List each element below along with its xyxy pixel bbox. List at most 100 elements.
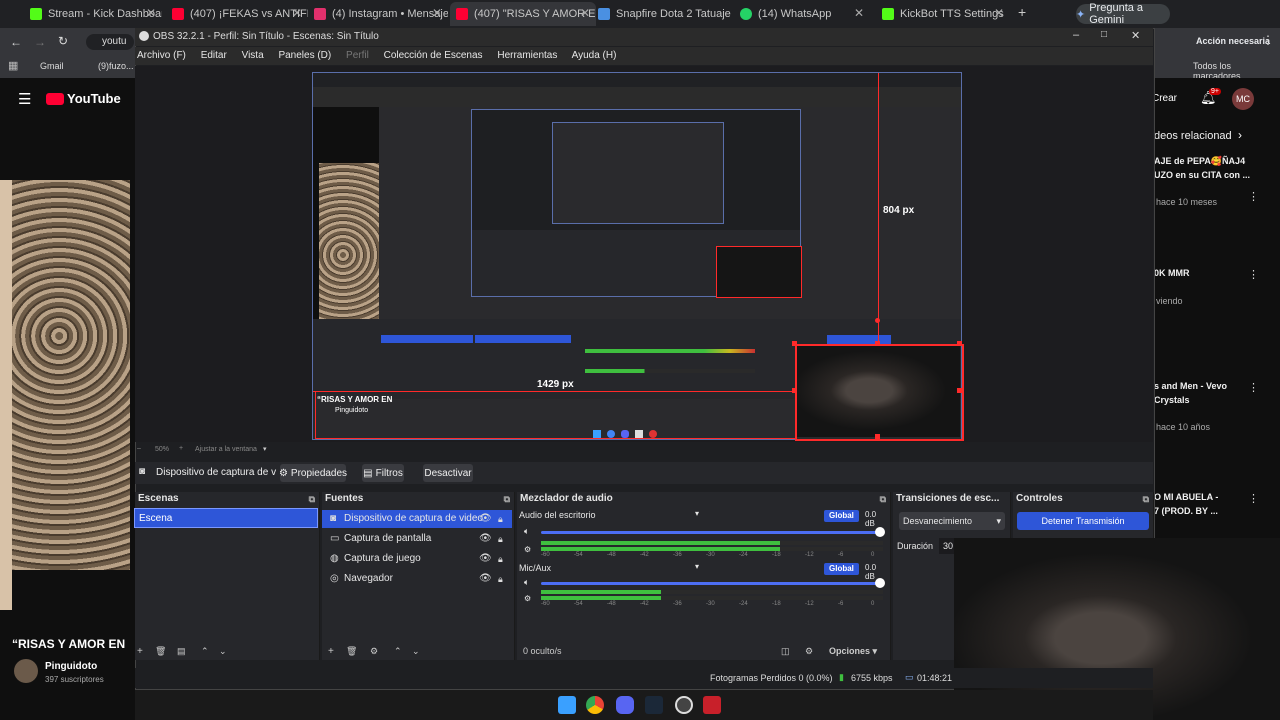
zoom-level[interactable]: 50%	[155, 446, 169, 453]
reload-icon[interactable]: ↻	[58, 34, 68, 48]
filters-button[interactable]: ▤ Filtros	[362, 464, 404, 482]
minimize-icon[interactable]: –	[1073, 29, 1079, 41]
source-item-browser[interactable]: ◎ Navegador 👁︎ 🔒︎	[322, 570, 512, 588]
volume-slider[interactable]	[541, 582, 881, 585]
apps-grid-icon[interactable]: ▦	[8, 59, 18, 72]
close-tab-icon[interactable]: ✕	[292, 6, 302, 20]
more-options-icon[interactable]: ⋮	[1248, 190, 1259, 203]
channel-settings-icon[interactable]: ⚙	[524, 545, 531, 554]
popout-icon[interactable]: ⧉	[504, 492, 510, 506]
browser-tab-kick-dashboard[interactable]: Stream - Kick Dashboard ✕	[30, 2, 162, 26]
volume-slider-knob[interactable]	[875, 527, 885, 537]
menu-edit[interactable]: Editar	[201, 50, 227, 61]
rotation-handle[interactable]	[875, 318, 880, 323]
channel-avatar[interactable]	[14, 659, 38, 683]
address-bar[interactable]: youtu	[86, 34, 134, 50]
obs-taskbar-icon[interactable]	[675, 696, 693, 714]
app-icon[interactable]	[703, 696, 721, 714]
more-options-icon[interactable]: ⋮	[1248, 381, 1259, 394]
resize-handle[interactable]	[957, 388, 962, 393]
action-required-button[interactable]: Acción necesaria	[1196, 36, 1270, 46]
lock-icon[interactable]: 🔒︎	[498, 510, 503, 528]
browser-menu-icon[interactable]: ⋮	[1262, 33, 1274, 47]
close-icon[interactable]: ✕	[1131, 29, 1140, 42]
transition-select[interactable]: Desvanecimiento ▾	[899, 512, 1005, 530]
remove-scene-icon[interactable]: 🗑︎	[155, 646, 166, 657]
visibility-eye-icon[interactable]: 👁︎	[479, 510, 492, 528]
menu-view[interactable]: Vista	[242, 50, 264, 61]
channel-settings-icon[interactable]: ⚙	[524, 594, 531, 603]
lock-icon[interactable]: 🔒︎	[498, 530, 503, 548]
resize-handle[interactable]	[875, 434, 880, 439]
channel-name[interactable]: Pinguidoto	[45, 661, 97, 672]
visibility-eye-icon[interactable]: 👁︎	[479, 550, 492, 568]
resize-handle[interactable]	[792, 341, 797, 346]
menu-scene-collection[interactable]: Colección de Escenas	[384, 50, 483, 61]
lock-icon[interactable]: 🔒︎	[498, 570, 503, 588]
menu-tools[interactable]: Herramientas	[497, 50, 557, 61]
related-video-title[interactable]: AJE de PEPA🥰ÑAJ4	[1154, 156, 1245, 167]
menu-file[interactable]: Archivo (F)	[137, 50, 186, 61]
windows-start-icon[interactable]	[558, 696, 576, 714]
chevron-right-icon[interactable]: ›	[1238, 128, 1242, 142]
browser-tab-snapfire[interactable]: Snapfire Dota 2 Tatuaje Ac	[598, 2, 732, 26]
menu-profile[interactable]: Perfil	[346, 50, 369, 61]
fit-to-window[interactable]: Ajustar a la ventana	[195, 446, 257, 453]
popout-icon[interactable]: ⧉	[880, 492, 886, 506]
related-video-title[interactable]: UZO en su CITA con ...	[1154, 170, 1250, 180]
mixer-layout-icon[interactable]: ◫	[781, 646, 790, 657]
bookmark-gmail[interactable]: Gmail	[40, 61, 64, 71]
bookmark-fuzo[interactable]: (9)fuzo...	[98, 61, 134, 71]
mixer-settings-icon[interactable]: ⚙	[805, 646, 813, 657]
move-down-icon[interactable]: ⌄	[412, 646, 420, 657]
chevron-down-icon[interactable]: ▾	[695, 562, 699, 571]
browser-tab-whatsapp[interactable]: (14) WhatsApp ✕	[740, 2, 870, 26]
add-source-icon[interactable]: +	[328, 646, 334, 657]
menu-docks[interactable]: Paneles (D)	[278, 50, 331, 61]
volume-slider-knob[interactable]	[875, 578, 885, 588]
browser-tab-kickbot[interactable]: KickBot TTS Settings ✕	[882, 2, 1010, 26]
source-item-screen-capture[interactable]: ▭ Captura de pantalla 👁︎ 🔒︎	[322, 530, 512, 548]
close-tab-icon[interactable]: ✕	[432, 6, 442, 20]
move-up-icon[interactable]: ⌃	[394, 646, 402, 657]
move-down-icon[interactable]: ⌄	[219, 646, 227, 657]
resize-handle[interactable]	[957, 341, 962, 346]
volume-slider[interactable]	[541, 531, 881, 534]
user-avatar[interactable]: MC	[1232, 88, 1254, 110]
add-scene-icon[interactable]: +	[137, 646, 143, 657]
move-up-icon[interactable]: ⌃	[201, 646, 209, 657]
speaker-icon[interactable]: 🔈︎	[524, 577, 529, 588]
browser-tab-fekas[interactable]: (407) ¡FEKAS vs ANTIFE ✕	[172, 2, 308, 26]
back-icon[interactable]: ←	[10, 35, 22, 49]
popout-icon[interactable]: ⧉	[309, 492, 315, 506]
source-properties-icon[interactable]: ⚙	[370, 646, 378, 657]
remove-source-icon[interactable]: 🗑︎	[346, 646, 357, 657]
close-tab-icon[interactable]: ✕	[146, 6, 156, 20]
maximize-icon[interactable]: □	[1101, 29, 1107, 40]
scene-item-escena[interactable]: Escena	[134, 508, 318, 528]
related-videos-chip[interactable]: deos relacionad	[1154, 130, 1232, 142]
zoom-out-icon[interactable]: –	[137, 445, 141, 452]
steam-icon[interactable]	[645, 696, 663, 714]
close-tab-icon[interactable]: ✕	[854, 6, 864, 20]
mixer-options-button[interactable]: Opciones ▾	[829, 646, 877, 657]
related-video-title[interactable]: O MI ABUELA -	[1154, 492, 1218, 502]
related-video-title[interactable]: 0K MMR	[1154, 268, 1190, 278]
ask-gemini-button[interactable]: ✦ Pregunta a Gemini	[1076, 2, 1170, 26]
source-item-video-capture[interactable]: ◙ Dispositivo de captura de video 👁︎ 🔒︎	[322, 510, 512, 528]
related-video-title[interactable]: 7 (PROD. BY ...	[1154, 506, 1218, 516]
stop-streaming-button[interactable]: Detener Transmisión	[1017, 512, 1149, 530]
browser-tab-risas-y-amor[interactable]: (407) "RISAS Y AMOR E ✕	[450, 2, 596, 26]
new-tab-button[interactable]: +	[1018, 4, 1026, 20]
hamburger-menu-icon[interactable]: ☰	[18, 90, 31, 108]
close-tab-icon[interactable]: ✕	[580, 6, 590, 20]
chevron-down-icon[interactable]: ▾	[695, 509, 699, 518]
close-tab-icon[interactable]: ✕	[994, 6, 1004, 20]
related-video-title[interactable]: s and Men - Vevo	[1154, 381, 1227, 391]
selected-source-bounding-box[interactable]	[795, 344, 964, 441]
create-button[interactable]: Crear	[1152, 93, 1177, 104]
chevron-down-icon[interactable]: ▾	[263, 445, 267, 453]
deactivate-button[interactable]: Desactivar	[423, 464, 473, 482]
menu-help[interactable]: Ayuda (H)	[572, 50, 617, 61]
youtube-video-player[interactable]	[12, 180, 130, 570]
